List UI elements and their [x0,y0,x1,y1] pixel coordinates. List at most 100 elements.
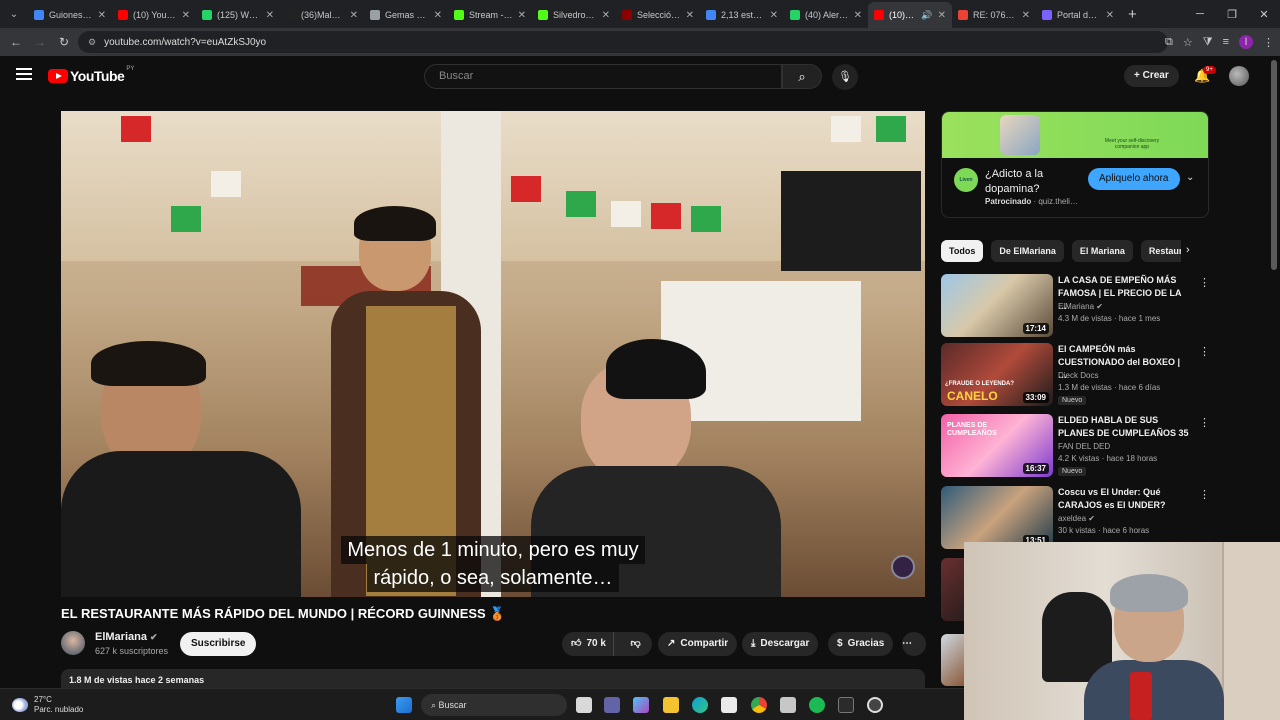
task-view-icon[interactable] [576,697,592,713]
tab-close-icon[interactable]: ✕ [938,10,946,21]
browser-tab[interactable]: Guiones t… ✕ [28,2,112,28]
taskbar-search[interactable]: ⌕ Buscar [421,694,567,716]
windows-start-icon[interactable] [396,697,412,713]
tab-close-icon[interactable]: ✕ [602,10,610,21]
epic-games-icon[interactable] [838,697,854,713]
tab-close-icon[interactable]: ✕ [518,10,526,21]
browser-tab[interactable]: (36)Malun… ✕ [280,2,364,28]
browser-tab[interactable]: (125) Wha… ✕ [196,2,280,28]
recommended-channel[interactable]: FAN DEL DED [1058,442,1110,451]
youtube-logo[interactable]: YouTube PY [48,66,134,84]
channel-name-row[interactable]: ElMariana ✔ [95,631,158,643]
ad-title[interactable]: ¿Adicto a la dopamina? [985,167,1085,197]
browser-tab[interactable]: Silvedroke… ✕ [532,2,616,28]
obs-icon[interactable] [867,697,883,713]
back-icon[interactable]: ← [4,35,28,49]
more-options-icon[interactable]: ⋮ [1199,416,1210,429]
browser-tab[interactable]: 2,13 estat… ✕ [700,2,784,28]
filter-chip[interactable]: De ElMariana [991,240,1064,262]
browser-tab[interactable]: Stream - K… ✕ [448,2,532,28]
tab-close-icon[interactable]: ✕ [350,10,358,21]
chips-next-chevron-icon[interactable]: › [1186,244,1190,256]
filter-chip[interactable]: Todos [941,240,984,262]
search-button[interactable]: ⌕ [782,64,822,89]
recommended-title[interactable]: Coscu vs El Under: Qué CARAJOS es El UND… [1058,486,1190,512]
tab-audio-icon[interactable]: 🔊 [921,10,932,21]
browser-tab[interactable]: Gemas de… ✕ [364,2,448,28]
extensions-icon[interactable]: ⧩ [1203,36,1213,49]
video-thumbnail[interactable]: 17:14 [941,274,1053,337]
tab-close-icon[interactable]: ✕ [854,10,862,21]
recommended-channel[interactable]: Dieck Docs [1058,371,1098,380]
subscribe-button[interactable]: Suscribirse [180,632,257,656]
channel-watermark-icon[interactable] [891,555,915,579]
more-options-icon[interactable]: ⋮ [1199,276,1210,289]
tab-close-icon[interactable]: ✕ [1022,10,1030,21]
browser-tab[interactable]: (40) Alert… ✕ [784,2,868,28]
recommended-channel[interactable]: ElMariana [1058,302,1094,311]
page-scrollbar[interactable] [1271,60,1277,270]
close-window-icon[interactable]: ✕ [1248,8,1280,21]
recommended-video[interactable]: 17:14 LA CASA DE EMPEÑO MÁS FAMOSA | EL P… [941,274,1210,338]
ad-cta-button[interactable]: Apliquelo ahora [1088,168,1180,190]
recommended-video[interactable]: ¿FRAUDE O LEYENDA? CANELO 33:09 El CAMPEÓN … [941,343,1210,407]
chrome-icon[interactable] [751,697,767,713]
create-button[interactable]: + Crear [1124,65,1179,87]
browser-tab[interactable]: (10) YouTu… ✕ [112,2,196,28]
tab-close-icon[interactable]: ✕ [1106,10,1114,21]
more-options-icon[interactable]: ⋮ [1199,345,1210,358]
recommended-video[interactable]: PLANES DE CUMPLEAÑOS 16:37 ELDED HABLA DE … [941,414,1210,478]
account-avatar[interactable] [1229,66,1249,86]
recommended-channel[interactable]: axeldea [1058,514,1086,523]
reading-list-icon[interactable]: ≡ [1223,36,1229,48]
dislike-button[interactable]: 👎︎ [619,632,652,656]
tab-close-icon[interactable]: ✕ [98,10,106,21]
file-explorer-icon[interactable] [663,697,679,713]
hamburger-menu-icon[interactable] [16,68,32,82]
ad-expand-chevron-icon[interactable]: ⌄ [1186,172,1194,183]
recommended-title[interactable]: ELDED HABLA DE SUS PLANES DE CUMPLEAÑOS … [1058,414,1190,440]
recommended-video[interactable]: 13:51 Coscu vs El Under: Qué CARAJOS es E… [941,486,1210,550]
filter-chip[interactable]: Restaurantes [1140,240,1181,262]
browser-tab[interactable]: Selección… ✕ [616,2,700,28]
partially-hidden-thumbnail[interactable] [941,634,964,686]
browser-tab[interactable]: RE: 07629… ✕ [952,2,1036,28]
share-button[interactable]: ↗ Compartir [658,632,738,656]
new-tab-button[interactable]: + [1128,6,1137,23]
tab-close-icon[interactable]: ✕ [266,10,274,21]
edge-icon[interactable] [692,697,708,713]
reload-icon[interactable]: ↻ [52,35,76,49]
spotify-icon[interactable] [809,697,825,713]
browser-tab[interactable]: (10) El… 🔊 ✕ [868,2,952,28]
browser-tab[interactable]: Portal de… ✕ [1036,2,1120,28]
download-button[interactable]: ⤓ Descargar [742,632,819,656]
thanks-button[interactable]: $ Gracias [828,632,894,656]
teams-icon[interactable] [604,697,620,713]
tab-close-icon[interactable]: ✕ [686,10,694,21]
restore-icon[interactable]: ❐ [1216,8,1248,21]
filter-chip[interactable]: El Mariana [1071,240,1133,262]
tab-close-icon[interactable]: ✕ [434,10,442,21]
partially-hidden-thumbnail[interactable] [941,558,964,621]
channel-name[interactable]: ElMariana [95,631,147,643]
chrome-menu-icon[interactable]: ⋮ [1263,36,1274,49]
bookmark-star-icon[interactable]: ☆ [1183,36,1193,49]
video-thumbnail[interactable]: 13:51 [941,486,1053,549]
like-button[interactable]: 👍︎ 70 k [562,632,615,656]
install-app-icon[interactable]: ⧉ [1165,36,1173,49]
search-input[interactable]: Buscar [424,64,782,89]
profile-avatar[interactable]: I [1239,35,1253,49]
store-icon[interactable] [721,697,737,713]
tab-close-icon[interactable]: ✕ [182,10,190,21]
video-thumbnail[interactable]: ¿FRAUDE O LEYENDA? CANELO 33:09 [941,343,1053,406]
tab-close-icon[interactable]: ✕ [770,10,778,21]
site-info-icon[interactable]: ⚙ [88,37,96,48]
more-options-icon[interactable]: ⋮ [1199,488,1210,501]
weather-widget[interactable]: 27°C Parc. nublado [12,695,83,715]
tab-search-chevron-icon[interactable]: ⌄ [0,0,28,28]
channel-avatar[interactable] [61,631,85,655]
sponsored-ad-card[interactable]: Meet your self-discovery companion app L… [941,111,1209,218]
more-actions-button[interactable]: ⋯ [902,632,926,656]
voice-search-mic-icon[interactable]: 🎙 [832,64,858,90]
snipping-tool-icon[interactable] [780,697,796,713]
